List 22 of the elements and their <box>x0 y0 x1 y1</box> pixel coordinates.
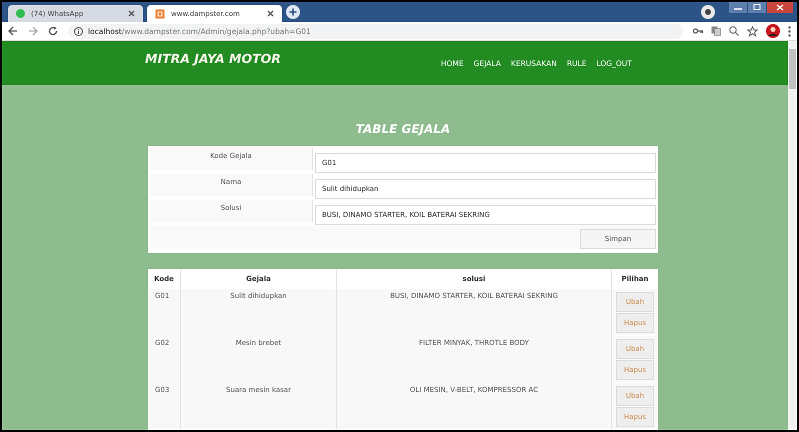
chat-icon <box>16 9 25 18</box>
profile-icon[interactable] <box>701 5 715 19</box>
info-icon <box>74 26 83 36</box>
scrollbar-thumb[interactable] <box>789 49 796 89</box>
new-tab-icon[interactable] <box>286 5 300 19</box>
close-icon[interactable] <box>267 10 274 17</box>
page-title: TABLE GEJALA <box>354 122 452 136</box>
more-icon[interactable] <box>788 26 791 36</box>
close-icon[interactable] <box>767 2 793 13</box>
scrollbar[interactable] <box>788 41 797 430</box>
site-icon <box>155 8 165 18</box>
back-icon[interactable] <box>8 26 18 36</box>
maximize-icon[interactable] <box>748 2 766 13</box>
reload-icon[interactable] <box>48 26 58 36</box>
minimize-icon[interactable] <box>729 2 747 13</box>
close-icon[interactable] <box>128 10 135 17</box>
avatar-icon[interactable] <box>766 24 780 38</box>
zoom-icon[interactable] <box>729 26 739 36</box>
star-icon[interactable] <box>747 26 758 36</box>
site-title: MITRA JAYA MOTOR <box>145 50 281 68</box>
translate-icon[interactable] <box>711 26 721 36</box>
key-icon[interactable] <box>693 27 703 35</box>
